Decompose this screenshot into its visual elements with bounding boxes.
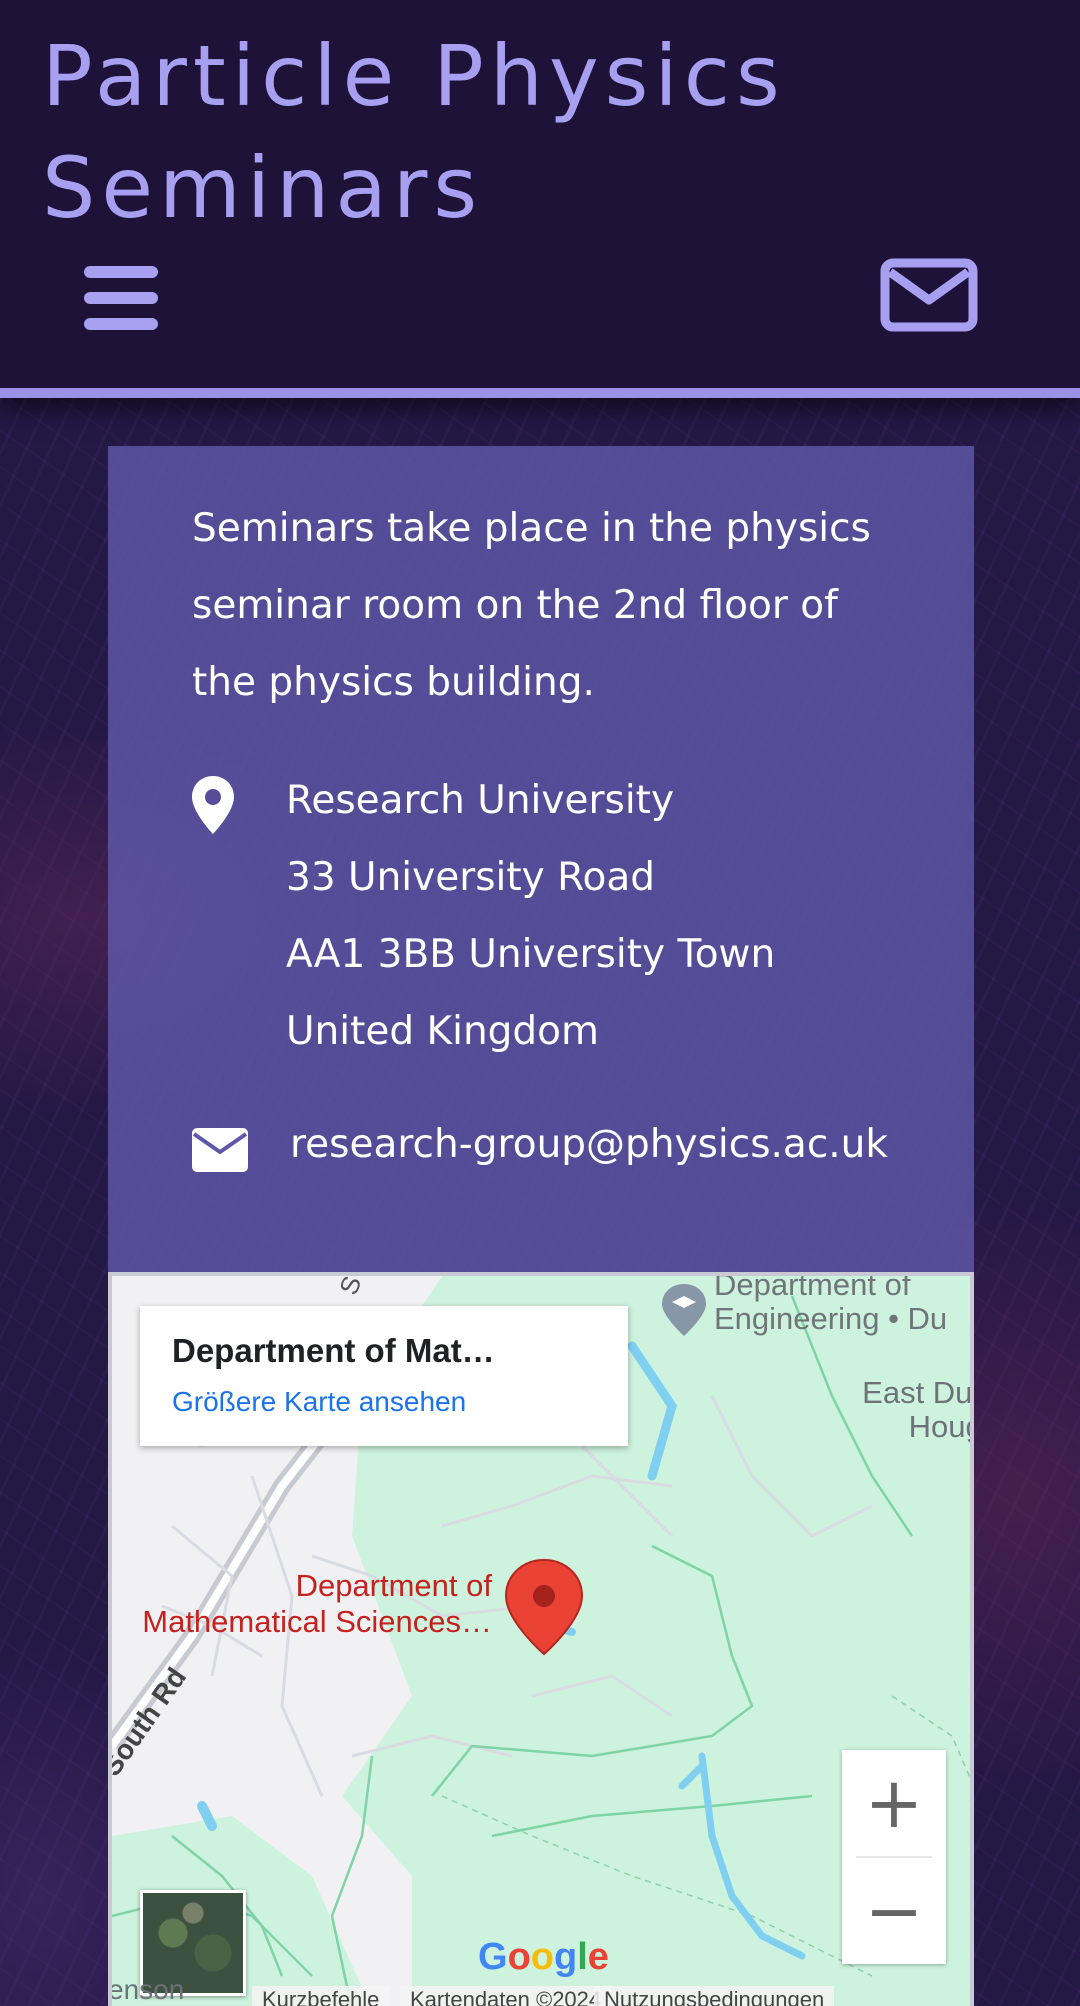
address-line: United Kingdom (286, 1009, 600, 1054)
zoom-in-button[interactable]: + (842, 1750, 946, 1856)
envelope-icon (192, 1128, 248, 1172)
envelope-icon[interactable] (880, 258, 978, 332)
location-card: Seminars take place in the physics semin… (108, 446, 974, 1274)
terms-link[interactable]: Nutzungsbedingungen (594, 1986, 835, 2006)
poi-label-engineering[interactable]: Department of Engineering • Du (714, 1276, 947, 1336)
map-info-card: Department of Mat… Größere Karte ansehen (140, 1306, 628, 1446)
hamburger-menu-icon[interactable] (84, 266, 158, 330)
keyboard-shortcuts-link[interactable]: Kurzbefehle (252, 1986, 390, 2006)
corner-place-label: enson (108, 1974, 185, 2005)
address-line: AA1 3BB University Town (286, 932, 776, 977)
location-intro: Seminars take place in the physics semin… (192, 506, 871, 705)
view-larger-map-link[interactable]: Größere Karte ansehen (172, 1386, 466, 1418)
zoom-controls: + − (842, 1750, 946, 1964)
google-logo: Google (478, 1936, 609, 1978)
address-line: 33 University Road (286, 855, 656, 900)
map-marker-icon (192, 776, 234, 834)
site-header: Particle Physics Seminars (0, 0, 1080, 398)
site-title-line2: Seminars (42, 139, 484, 237)
email-link[interactable]: research-group@physics.ac.uk (290, 1110, 888, 1180)
site-title-line1: Particle Physics (42, 27, 786, 125)
place-label: East Durh Hough (862, 1375, 973, 1444)
place-title: Department of Mat… (172, 1332, 495, 1369)
map-data-attribution: Kartendaten ©2024 (400, 1986, 612, 2006)
zoom-out-button[interactable]: − (842, 1858, 946, 1964)
address-line: Research University (286, 778, 675, 823)
marker-label[interactable]: Department of Mathematical Sciences… (112, 1568, 492, 1640)
embedded-map[interactable]: Department of Engineering • Du East Durh… (108, 1272, 974, 2006)
site-title[interactable]: Particle Physics Seminars (42, 20, 942, 244)
postal-address: Research University 33 University Road A… (286, 762, 775, 1070)
